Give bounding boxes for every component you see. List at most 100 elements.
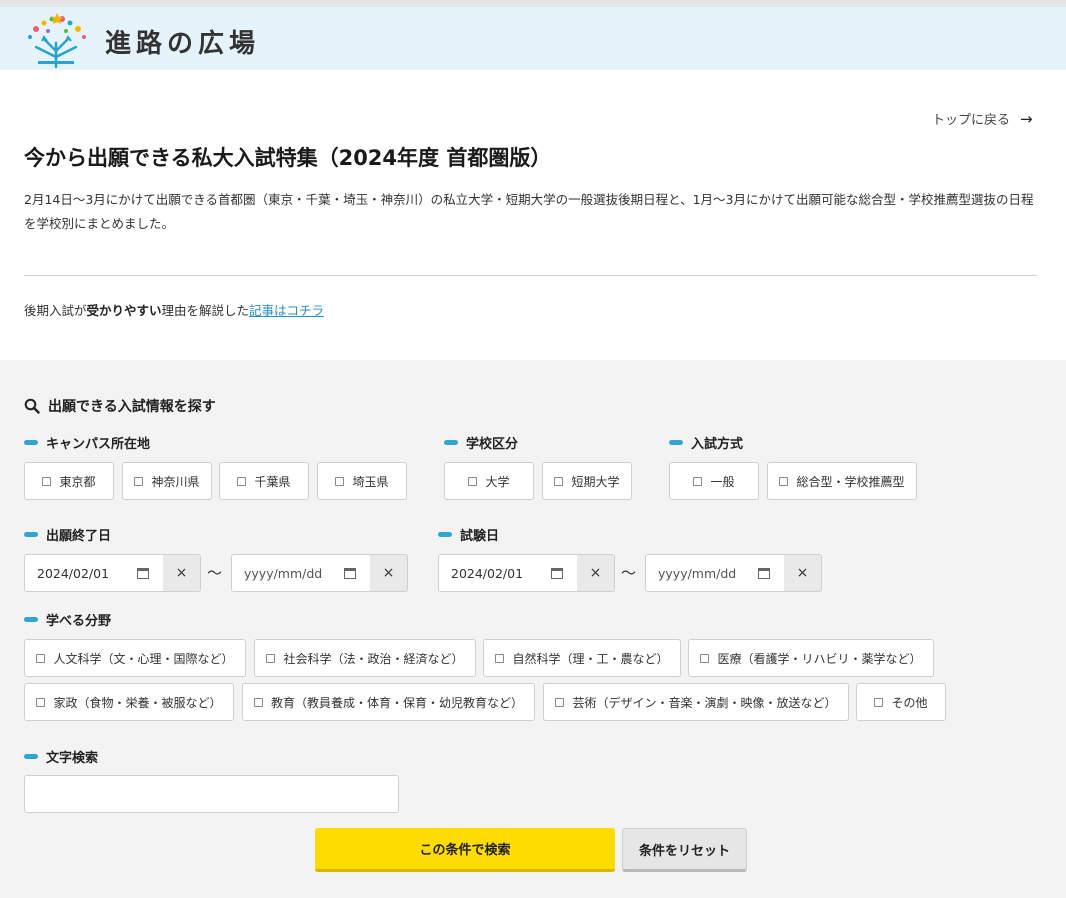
campus-option-kanagawa[interactable]: 神奈川県 (122, 462, 212, 500)
exam-method-comprehensive[interactable]: 総合型・学校推薦型 (767, 462, 917, 500)
exam-method-label-text: 入試方式 (691, 437, 744, 452)
field-option-medical[interactable]: 医療（看護学・リハビリ・薬学など） (688, 639, 934, 677)
fields-label: 学べる分野 (24, 610, 111, 629)
campus-label: キャンパス所在地 (24, 433, 150, 452)
exam-date-to-value: yyyy/mm/dd (658, 565, 737, 581)
school-type-option-label: 短期大学 (571, 474, 620, 489)
article-note: 後期入試が受かりやすい理由を解説した記事はコチラ (24, 300, 324, 319)
exam-date-label-text: 試験日 (460, 529, 500, 544)
deadline-to-input[interactable]: yyyy/mm/dd (231, 554, 371, 592)
checkbox-icon[interactable] (554, 476, 564, 486)
checkbox-icon[interactable] (555, 697, 565, 707)
field-option-label: 社会科学（法・政治・経済など） (283, 651, 464, 666)
checkbox-icon[interactable] (495, 653, 505, 663)
deadline-label-text: 出願終了日 (46, 529, 112, 544)
checkbox-icon[interactable] (779, 476, 789, 486)
back-to-top-link[interactable]: トップに戻る → (932, 109, 1033, 128)
campus-option-tokyo[interactable]: 東京都 (24, 462, 114, 500)
campus-option-chiba[interactable]: 千葉県 (219, 462, 309, 500)
field-option-arts[interactable]: 芸術（デザイン・音楽・演劇・映像・放送など） (543, 683, 849, 721)
site-header: 進路の広場 (0, 6, 1066, 70)
search-icon (24, 398, 40, 414)
school-type-junior-college[interactable]: 短期大学 (542, 462, 632, 500)
checkbox-icon[interactable] (693, 476, 703, 486)
school-type-university[interactable]: 大学 (444, 462, 534, 500)
logo-tree-icon[interactable] (22, 13, 90, 69)
campus-option-label: 東京都 (59, 474, 96, 489)
field-option-label: 芸術（デザイン・音楽・演劇・映像・放送など） (572, 695, 837, 710)
field-option-social-sciences[interactable]: 社会科学（法・政治・経済など） (254, 639, 476, 677)
range-separator: ～ (621, 564, 637, 582)
label-dash-icon (24, 754, 38, 759)
deadline-from-input[interactable]: 2024/02/01 (24, 554, 164, 592)
exam-date-to-input[interactable]: yyyy/mm/dd (645, 554, 785, 592)
label-dash-icon (24, 440, 38, 445)
checkbox-icon[interactable] (874, 697, 884, 707)
deadline-label: 出願終了日 (24, 525, 111, 544)
exam-method-option-label: 一般 (710, 474, 735, 489)
keyword-input[interactable] (24, 775, 399, 813)
deadline-from-clear-button[interactable]: × (163, 554, 201, 592)
range-separator: ～ (207, 564, 223, 582)
exam-date-from-clear-button[interactable]: × (577, 554, 615, 592)
exam-method-option-label: 総合型・学校推薦型 (796, 474, 905, 489)
search-heading-label: 出願できる入試情報を探す (48, 399, 216, 415)
checkbox-icon[interactable] (468, 476, 478, 486)
exam-method-general[interactable]: 一般 (669, 462, 759, 500)
article-link[interactable]: 記事はコチラ (249, 303, 324, 318)
campus-option-label: 埼玉県 (352, 474, 389, 489)
keyword-label-text: 文字検索 (46, 751, 99, 766)
field-option-humanities[interactable]: 人文科学（文・心理・国際など） (24, 639, 246, 677)
calendar-icon[interactable] (344, 567, 356, 579)
label-dash-icon (669, 440, 683, 445)
calendar-icon[interactable] (551, 567, 563, 579)
search-button[interactable]: この条件で検索 (315, 828, 615, 872)
field-option-label: 自然科学（理・工・農など） (512, 651, 669, 666)
label-dash-icon (438, 532, 452, 537)
campus-option-label: 千葉県 (254, 474, 291, 489)
campus-label-text: キャンパス所在地 (46, 437, 151, 452)
checkbox-icon[interactable] (335, 476, 345, 486)
checkbox-icon[interactable] (700, 653, 710, 663)
calendar-icon[interactable] (137, 567, 149, 579)
checkbox-icon[interactable] (134, 476, 144, 486)
field-option-label: その他 (891, 695, 928, 710)
calendar-icon[interactable] (758, 567, 770, 579)
field-option-education[interactable]: 教育（教員養成・体育・保育・幼児教育など） (242, 683, 535, 721)
field-option-label: 人文科学（文・心理・国際など） (53, 651, 234, 666)
fields-label-text: 学べる分野 (46, 614, 112, 629)
note-prefix: 後期入試が (24, 303, 87, 318)
checkbox-icon[interactable] (36, 697, 46, 707)
checkbox-icon[interactable] (237, 476, 247, 486)
checkbox-icon[interactable] (36, 653, 46, 663)
arrow-right-icon: → (1020, 110, 1033, 128)
exam-date-from-value: 2024/02/01 (451, 565, 524, 581)
note-mid: 理由を解説した (161, 303, 250, 318)
brand-name[interactable]: 進路の広場 (105, 23, 260, 60)
exam-date-to-clear-button[interactable]: × (784, 554, 822, 592)
school-type-label-text: 学校区分 (466, 437, 519, 452)
label-dash-icon (444, 440, 458, 445)
divider (24, 275, 1037, 276)
field-option-label: 教育（教員養成・体育・保育・幼児教育など） (270, 695, 523, 710)
school-type-option-label: 大学 (485, 474, 510, 489)
campus-option-saitama[interactable]: 埼玉県 (317, 462, 407, 500)
school-type-label: 学校区分 (444, 433, 518, 452)
deadline-to-clear-button[interactable]: × (370, 554, 408, 592)
intro-text: 2月14日～3月にかけて出願できる首都圏（東京・千葉・埼玉・神奈川）の私立大学・… (24, 192, 1034, 231)
field-option-home-economics[interactable]: 家政（食物・栄養・被服など） (24, 683, 234, 721)
search-heading: 出願できる入試情報を探す (24, 396, 216, 416)
search-panel (0, 360, 1066, 898)
field-option-label: 医療（看護学・リハビリ・薬学など） (717, 651, 922, 666)
checkbox-icon[interactable] (266, 653, 276, 663)
field-option-natural-sciences[interactable]: 自然科学（理・工・農など） (483, 639, 681, 677)
checkbox-icon[interactable] (253, 697, 263, 707)
reset-button[interactable]: 条件をリセット (622, 828, 747, 872)
exam-date-from-input[interactable]: 2024/02/01 (438, 554, 578, 592)
exam-method-label: 入試方式 (669, 433, 743, 452)
field-option-other[interactable]: その他 (856, 683, 946, 721)
checkbox-icon[interactable] (42, 476, 52, 486)
exam-date-label: 試験日 (438, 525, 499, 544)
deadline-from-value: 2024/02/01 (37, 565, 110, 581)
field-option-label: 家政（食物・栄養・被服など） (53, 695, 222, 710)
